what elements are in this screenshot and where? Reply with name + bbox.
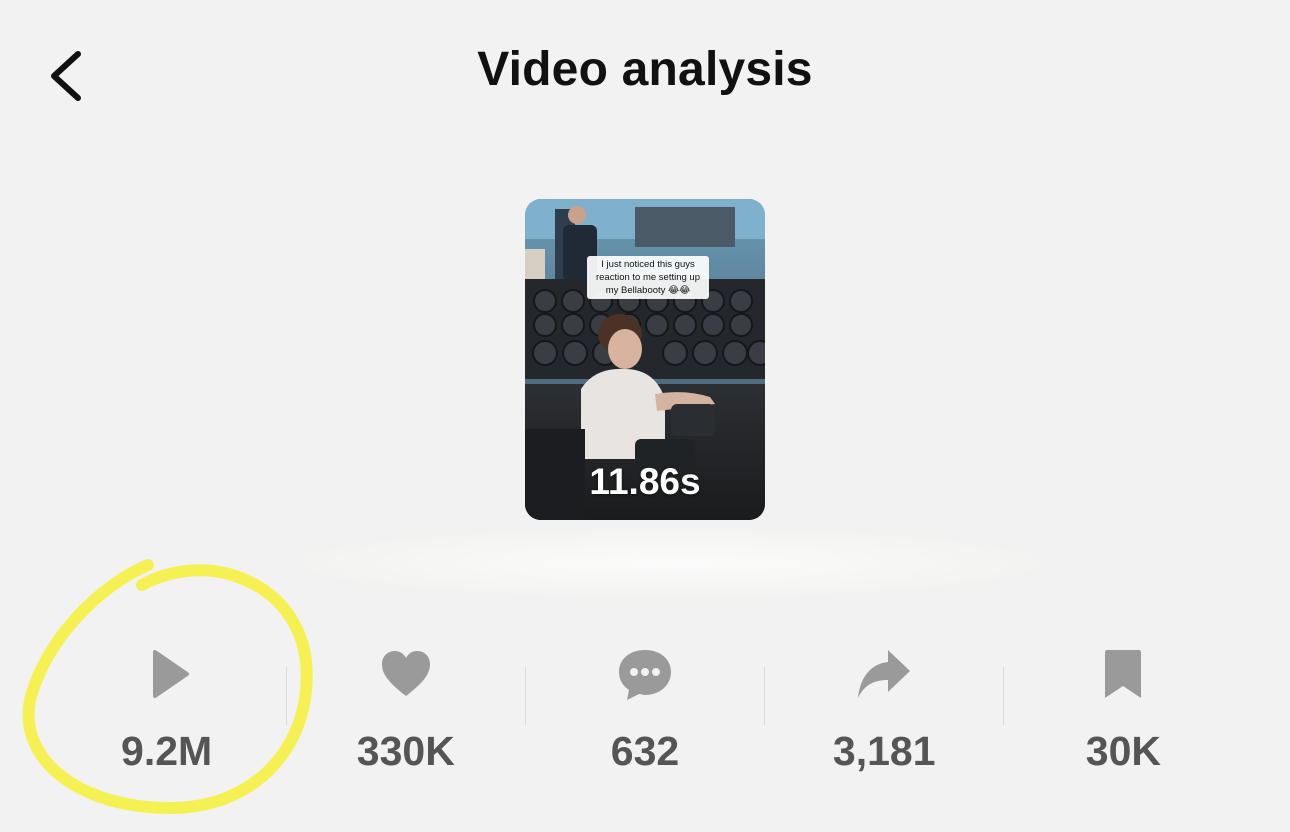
divider: [525, 667, 526, 725]
shares-count: 3,181: [832, 728, 936, 774]
video-thumbnail[interactable]: I just noticed this guys reaction to me …: [525, 199, 765, 520]
stat-comments[interactable]: 632: [525, 640, 764, 790]
stat-shares[interactable]: 3,181: [765, 640, 1004, 790]
video-duration: 11.86s: [589, 461, 701, 502]
stat-saves[interactable]: 30K: [1004, 640, 1243, 790]
blurred-region: [300, 528, 1040, 598]
divider: [286, 667, 287, 725]
likes-count: 330K: [356, 728, 455, 774]
stat-views[interactable]: 9.2M: [47, 640, 286, 790]
comments-count: 632: [610, 728, 680, 774]
heart-icon: [381, 651, 430, 696]
divider: [1003, 667, 1004, 725]
stat-likes[interactable]: 330K: [286, 640, 525, 790]
comment-icon: [619, 650, 671, 700]
page-title: Video analysis: [477, 43, 813, 96]
saves-count: 30K: [1085, 728, 1162, 774]
video-caption: I just noticed this guys reaction to me …: [587, 256, 709, 299]
play-icon: [152, 650, 189, 698]
views-count: 9.2M: [121, 728, 213, 774]
bookmark-icon: [1105, 650, 1142, 698]
share-icon: [858, 650, 911, 698]
stats-row: 9.2M 330K 632 3,181 30K: [47, 640, 1243, 790]
divider: [764, 667, 765, 725]
